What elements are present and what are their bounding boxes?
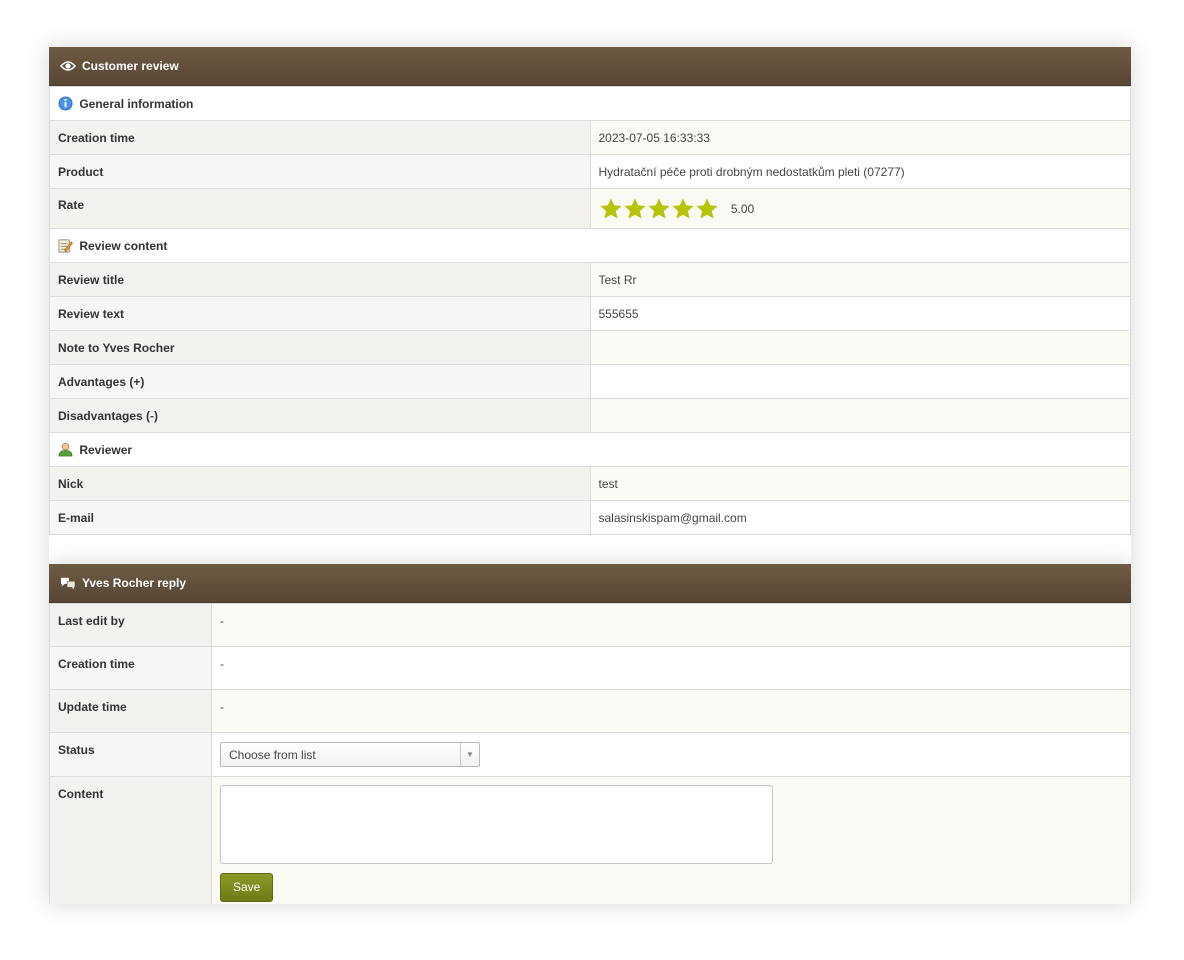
product-label: Product: [49, 154, 591, 189]
table-row: Review title Test Rr: [49, 262, 1131, 297]
table-row: Update time -: [49, 689, 1131, 733]
table-row: Product Hydratační péče proti drobným ne…: [49, 154, 1131, 189]
note-label: Note to Yves Rocher: [49, 330, 591, 365]
star-icon: [648, 198, 669, 218]
reply-table: Last edit by - Creation time - Update ti…: [49, 603, 1131, 904]
content-cell: Save: [211, 776, 1131, 904]
rate-value: 5.00: [730, 201, 755, 216]
email-value: salasinskispam@gmail.com: [589, 500, 1131, 535]
customer-review-title: Customer review: [82, 59, 179, 73]
status-label: Status: [49, 732, 212, 777]
update-time-label: Update time: [49, 689, 212, 733]
table-row: Status Choose from list ▼: [49, 732, 1131, 777]
status-cell: Choose from list ▼: [211, 732, 1131, 777]
star-icon: [624, 198, 645, 218]
star-icon: [696, 198, 717, 218]
advantages-value: [589, 364, 1131, 399]
table-row: Creation time -: [49, 646, 1131, 690]
star-icon: [600, 198, 621, 218]
table-row: E-mail salasinskispam@gmail.com: [49, 500, 1131, 535]
advantages-label: Advantages (+): [49, 364, 591, 399]
chat-bubbles-icon: [61, 577, 76, 590]
disadvantages-label: Disadvantages (-): [49, 398, 591, 433]
review-text-label: Review text: [49, 296, 591, 331]
panel-spacer: [49, 535, 1131, 564]
nick-label: Nick: [49, 466, 591, 501]
table-row: Last edit by -: [49, 603, 1131, 647]
last-edit-by-value: -: [211, 603, 1131, 647]
table-row: Review text 555655: [49, 296, 1131, 331]
creation-time-value: 2023-07-05 16:33:33: [589, 120, 1131, 155]
email-label: E-mail: [49, 500, 591, 535]
note-value: [589, 330, 1131, 365]
review-text-value: 555655: [589, 296, 1131, 331]
table-row: Content Save: [49, 776, 1131, 904]
rate-value-cell: 5.00: [589, 188, 1131, 229]
section-reviewer: Reviewer: [49, 432, 1131, 467]
section-review-content: Review content: [49, 228, 1131, 263]
creation-time-label: Creation time: [49, 120, 591, 155]
nick-value: test: [589, 466, 1131, 501]
product-value: Hydratační péče proti drobným nedostatků…: [589, 154, 1131, 189]
status-select[interactable]: Choose from list ▼: [220, 742, 480, 767]
rate-label: Rate: [49, 188, 591, 229]
update-time-value: -: [211, 689, 1131, 733]
status-selected-value: Choose from list: [229, 747, 316, 762]
section-general-information: General information: [49, 86, 1131, 121]
table-row: Advantages (+): [49, 364, 1131, 399]
review-title-label: Review title: [49, 262, 591, 297]
star-icon: [672, 198, 693, 218]
review-table: General information Creation time 2023-0…: [49, 86, 1131, 535]
customer-review-panel: Customer review General information Crea…: [49, 47, 1131, 564]
content-label: Content: [49, 776, 212, 904]
review-title-value: Test Rr: [589, 262, 1131, 297]
table-row: Rate 5.00: [49, 188, 1131, 229]
table-row: Nick test: [49, 466, 1131, 501]
star-rating: [599, 197, 719, 221]
reply-title: Yves Rocher reply: [82, 576, 187, 590]
reply-panel: Yves Rocher reply Last edit by - Creatio…: [49, 564, 1131, 904]
table-row: Disadvantages (-): [49, 398, 1131, 433]
table-row: Creation time 2023-07-05 16:33:33: [49, 120, 1131, 155]
save-button[interactable]: Save: [220, 873, 274, 902]
content-textarea[interactable]: [220, 785, 773, 864]
last-edit-by-label: Last edit by: [49, 603, 212, 647]
disadvantages-value: [589, 398, 1131, 433]
reply-header: Yves Rocher reply: [49, 564, 1131, 603]
reply-creation-time-label: Creation time: [49, 646, 212, 690]
eye-icon: [60, 61, 76, 71]
user-icon: [58, 442, 73, 457]
reply-creation-time-value: -: [211, 646, 1131, 690]
notepad-pencil-icon: [58, 239, 73, 253]
table-row: Note to Yves Rocher: [49, 330, 1131, 365]
chevron-down-icon[interactable]: ▼: [460, 743, 479, 766]
customer-review-header: Customer review: [49, 47, 1131, 86]
info-icon: [58, 96, 73, 111]
